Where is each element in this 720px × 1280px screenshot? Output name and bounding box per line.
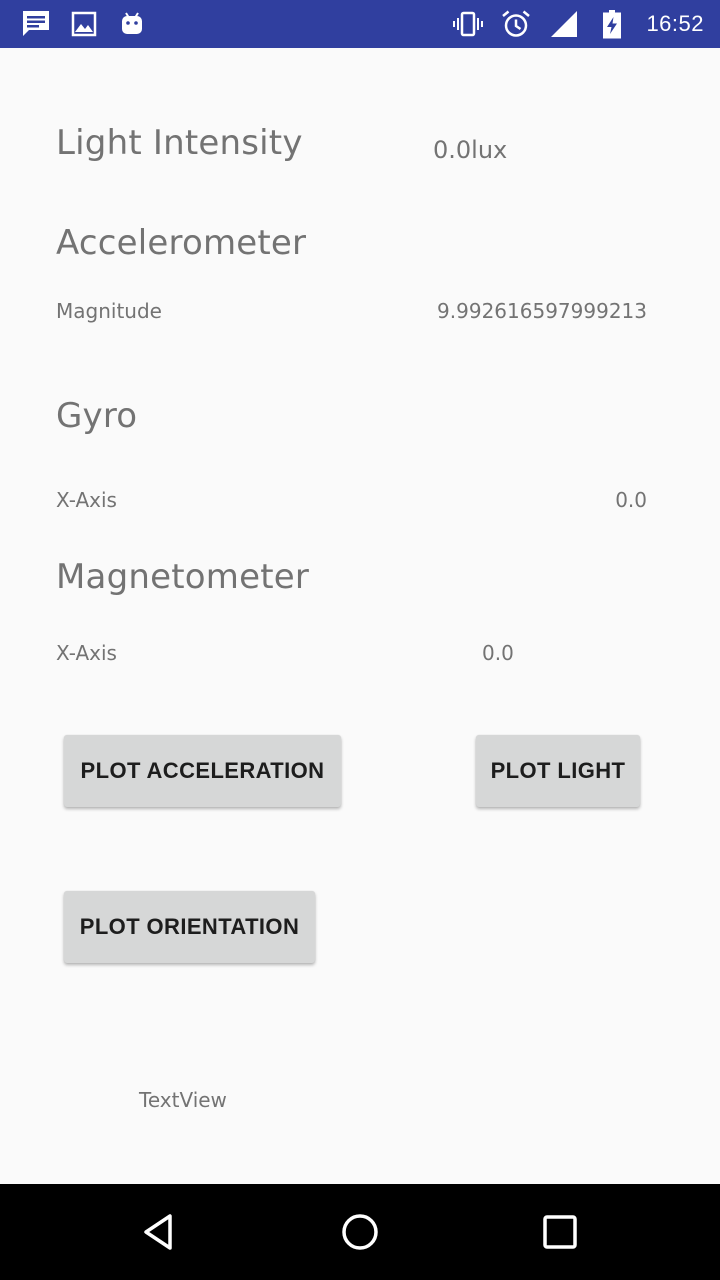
accelerometer-label: Magnitude	[56, 299, 162, 323]
message-icon	[23, 11, 49, 36]
light-intensity-value: 0.0lux	[433, 136, 508, 164]
plot-acceleration-button[interactable]: PLOT ACCELERATION	[64, 735, 341, 807]
gyro-title: Gyro	[56, 396, 138, 436]
gyro-value: 0.0	[615, 488, 647, 512]
signal-icon	[551, 11, 577, 37]
plot-light-button[interactable]: PLOT LIGHT	[476, 735, 640, 807]
light-intensity-title: Light Intensity	[56, 123, 303, 163]
plot-orientation-button[interactable]: PLOT ORIENTATION	[64, 891, 315, 963]
magnetometer-label: X-Axis	[56, 641, 117, 665]
accelerometer-title: Accelerometer	[56, 223, 307, 263]
image-icon	[71, 11, 97, 37]
navigation-bar	[0, 1184, 720, 1280]
battery-charging-icon	[603, 10, 621, 39]
magnetometer-value: 0.0	[482, 641, 514, 665]
back-icon[interactable]	[136, 1208, 184, 1256]
vibrate-icon	[453, 11, 483, 37]
gyro-label: X-Axis	[56, 488, 117, 512]
magnetometer-title: Magnetometer	[56, 557, 310, 597]
alarm-icon	[502, 10, 530, 37]
footer-textview: TextView	[139, 1088, 227, 1112]
android-icon	[122, 12, 142, 34]
home-icon[interactable]	[336, 1208, 384, 1256]
status-time: 16:52	[646, 11, 704, 36]
status-bar: 16:52	[0, 0, 720, 48]
accelerometer-value: 9.992616597999213	[437, 299, 647, 323]
recents-icon[interactable]	[536, 1208, 584, 1256]
